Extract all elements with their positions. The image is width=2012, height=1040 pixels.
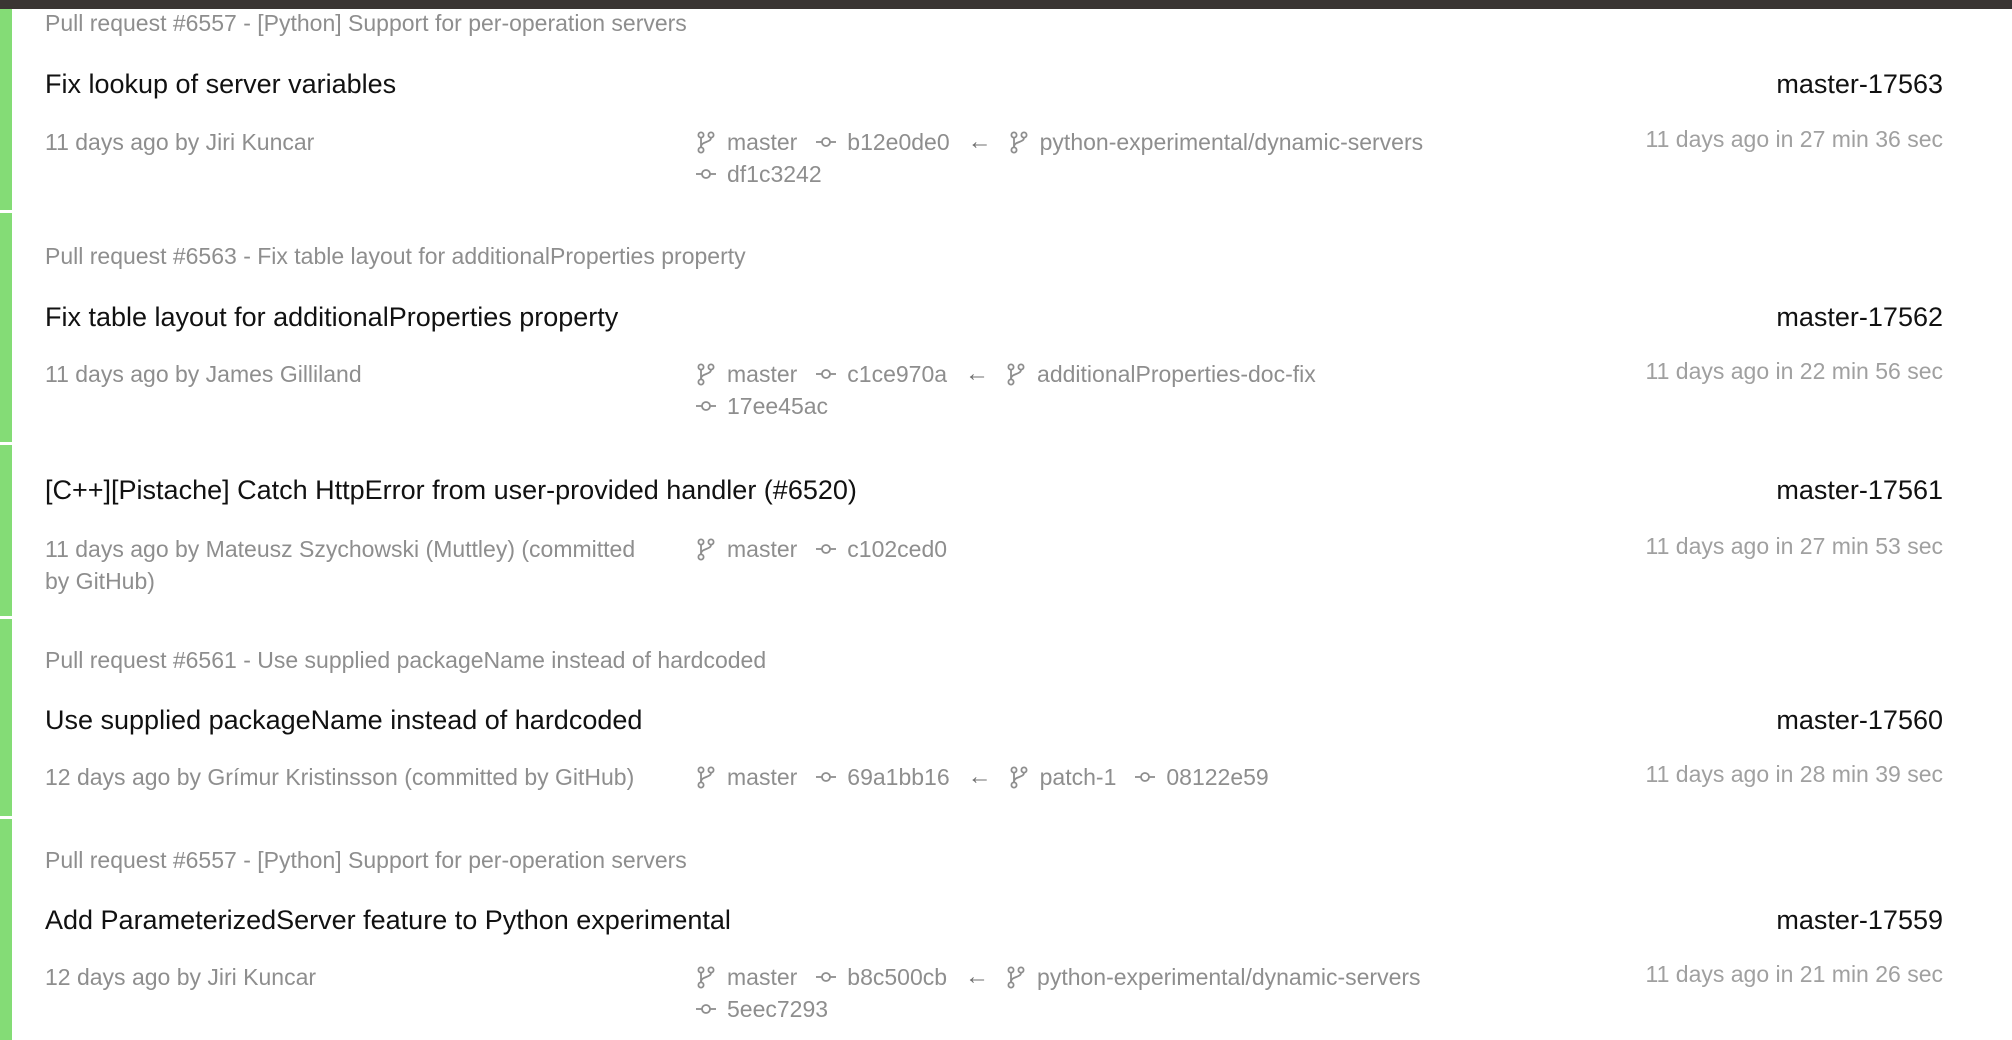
refs: master c1ce970a ← additionalProperties-d… <box>695 358 1334 422</box>
arrow-left-icon: ← <box>967 128 992 155</box>
finished-time: 11 days ago in 28 min 39 sec <box>1645 761 1943 787</box>
status-stripe <box>0 445 12 616</box>
commit-icon <box>815 765 837 789</box>
finished-time: 11 days ago in 21 min 26 sec <box>1645 961 1943 987</box>
build-meta: 12 days ago by Grímur Kristinsson (commi… <box>45 764 635 790</box>
commit-icon <box>815 965 837 989</box>
commit-icon <box>815 130 837 154</box>
branch-icon <box>1008 130 1030 154</box>
source-commit[interactable]: 17ee45ac <box>727 390 828 422</box>
arrow-left-icon: ← <box>967 763 992 790</box>
branch-icon <box>695 765 717 789</box>
finished-time: 11 days ago in 27 min 36 sec <box>1645 126 1943 152</box>
target-commit[interactable]: b8c500cb <box>847 961 947 993</box>
pull-request-link[interactable]: Pull request #6561 - Use supplied packag… <box>45 647 766 674</box>
build-meta: 11 days ago by Jiri Kuncar <box>45 129 315 155</box>
arrow-left-icon: ← <box>965 360 990 387</box>
build-title[interactable]: Use supplied packageName instead of hard… <box>45 705 642 736</box>
status-stripe <box>0 213 12 442</box>
build-meta: 12 days ago by Jiri Kuncar <box>45 964 317 990</box>
target-commit[interactable]: c1ce970a <box>847 358 947 390</box>
build-number[interactable]: master-17560 <box>1776 705 1943 736</box>
build-number[interactable]: master-17563 <box>1776 69 1943 100</box>
top-bar <box>0 0 2012 9</box>
source-commit[interactable]: 08122e59 <box>1166 761 1268 793</box>
build-number[interactable]: master-17562 <box>1776 302 1943 333</box>
build-meta: 11 days ago by James Gilliland <box>45 361 362 387</box>
source-commit[interactable]: 5eec7293 <box>727 993 828 1025</box>
build-number[interactable]: master-17559 <box>1776 905 1943 936</box>
build-title[interactable]: Add ParameterizedServer feature to Pytho… <box>45 905 731 936</box>
branch-icon <box>695 130 717 154</box>
target-branch[interactable]: master <box>727 126 797 158</box>
branch-icon <box>1008 765 1030 789</box>
refs: master b12e0de0 ← python-experimental/dy… <box>695 126 1441 190</box>
commit-icon <box>815 362 837 386</box>
status-stripe <box>0 9 12 210</box>
status-stripe <box>0 819 12 1040</box>
build-title[interactable]: [C++][Pistache] Catch HttpError from use… <box>45 475 857 506</box>
status-stripe <box>0 619 12 816</box>
source-branch[interactable]: python-experimental/dynamic-servers <box>1040 126 1424 158</box>
branch-icon <box>1005 362 1027 386</box>
arrow-left-icon: ← <box>965 963 990 990</box>
commit-icon <box>695 997 717 1021</box>
target-commit[interactable]: c102ced0 <box>847 533 947 565</box>
build-row[interactable]: Pull request #6557 - [Python] Support fo… <box>0 819 1968 1040</box>
build-title[interactable]: Fix table layout for additionalPropertie… <box>45 302 618 333</box>
target-branch[interactable]: master <box>727 358 797 390</box>
build-row[interactable]: Pull request #6557 - [Python] Support fo… <box>0 9 1968 213</box>
finished-time: 11 days ago in 22 min 56 sec <box>1645 358 1943 384</box>
build-row[interactable]: Pull request #6563 - Fix table layout fo… <box>0 213 1968 445</box>
commit-icon <box>695 394 717 418</box>
build-title[interactable]: Fix lookup of server variables <box>45 69 396 100</box>
build-row[interactable]: [C++][Pistache] Catch HttpError from use… <box>0 445 1968 619</box>
commit-icon <box>815 537 837 561</box>
commit-icon <box>695 162 717 186</box>
refs: master c102ced0 <box>695 533 965 565</box>
branch-icon <box>695 362 717 386</box>
commit-icon <box>1134 765 1156 789</box>
target-branch[interactable]: master <box>727 761 797 793</box>
source-branch[interactable]: python-experimental/dynamic-servers <box>1037 961 1421 993</box>
build-row[interactable]: Pull request #6561 - Use supplied packag… <box>0 619 1968 819</box>
target-branch[interactable]: master <box>727 961 797 993</box>
pull-request-link[interactable]: Pull request #6557 - [Python] Support fo… <box>45 847 687 874</box>
branch-icon <box>695 965 717 989</box>
source-commit[interactable]: df1c3242 <box>727 158 822 190</box>
target-branch[interactable]: master <box>727 533 797 565</box>
pull-request-link[interactable]: Pull request #6563 - Fix table layout fo… <box>45 243 746 270</box>
pull-request-link[interactable]: Pull request #6557 - [Python] Support fo… <box>45 10 687 37</box>
branch-icon <box>695 537 717 561</box>
source-branch[interactable]: additionalProperties-doc-fix <box>1037 358 1316 390</box>
finished-time: 11 days ago in 27 min 53 sec <box>1645 533 1943 559</box>
build-meta: 11 days ago by Mateusz Szychowski (Muttl… <box>45 536 636 594</box>
refs: master b8c500cb ← python-experimental/dy… <box>695 961 1439 1025</box>
source-branch[interactable]: patch-1 <box>1040 761 1117 793</box>
branch-icon <box>1005 965 1027 989</box>
refs: master 69a1bb16 ← patch-1 08122e59 <box>695 761 1287 793</box>
build-number[interactable]: master-17561 <box>1776 475 1943 506</box>
target-commit[interactable]: b12e0de0 <box>847 126 949 158</box>
target-commit[interactable]: 69a1bb16 <box>847 761 949 793</box>
